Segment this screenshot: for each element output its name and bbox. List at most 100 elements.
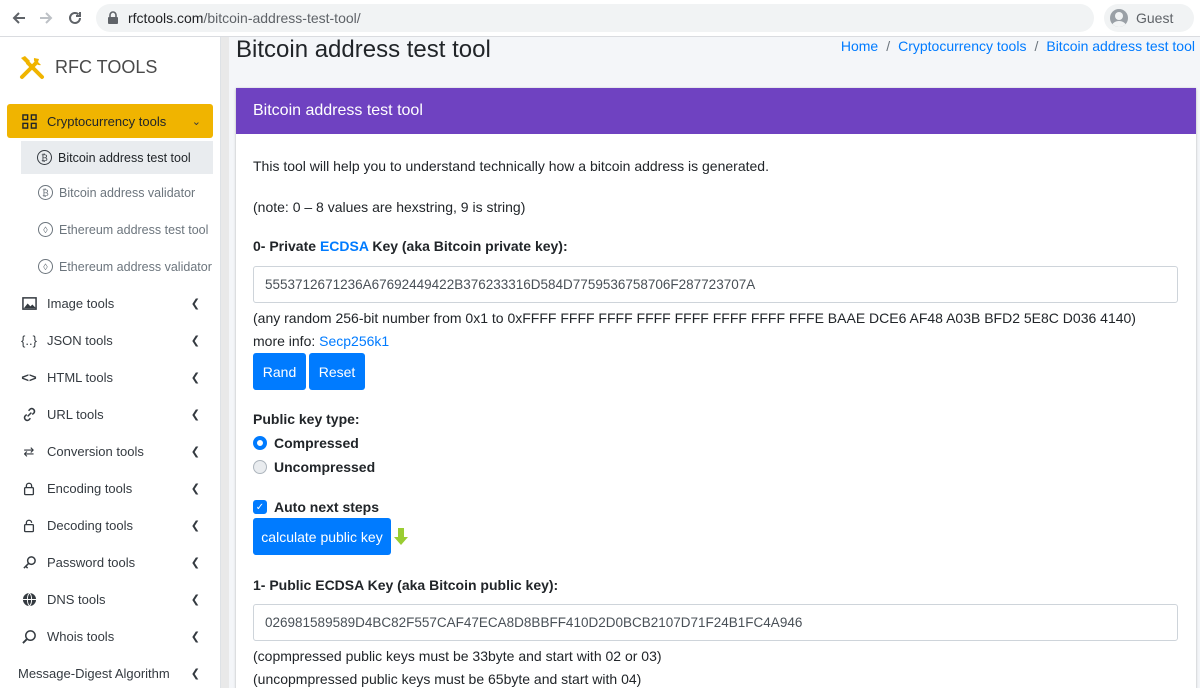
chevron-left-icon: ❮: [190, 335, 200, 347]
brand-name: RFC TOOLS: [55, 56, 158, 77]
chevron-left-icon: ❮: [190, 631, 200, 643]
breadcrumb-current[interactable]: Bitcoin address test tool: [1046, 38, 1195, 54]
chevron-left-icon: ❮: [190, 372, 200, 384]
chevron-down-icon: ⌄: [191, 116, 201, 128]
forward-icon[interactable]: [31, 3, 61, 33]
ecdsa-link[interactable]: ECDSA: [320, 238, 369, 254]
key-icon: [20, 554, 38, 572]
profile-button[interactable]: Guest: [1104, 4, 1194, 32]
sidebar-subitem-label: Bitcoin address validator: [59, 185, 196, 200]
link-icon: [20, 406, 38, 424]
lock-icon: [20, 480, 38, 498]
step1-label: 1- Public ECDSA Key (aka Bitcoin public …: [253, 577, 559, 593]
breadcrumb-cryptocurrency-tools[interactable]: Cryptocurrency tools: [898, 38, 1026, 54]
sidebar-item-label: Password tools: [47, 555, 136, 570]
sidebar: RFC TOOLS Cryptocurrency tools ⌄ ₿ Bitco…: [0, 37, 221, 688]
sidebar-item-label: Image tools: [47, 296, 115, 311]
search-icon: [20, 628, 38, 646]
reset-button[interactable]: Reset: [309, 353, 365, 390]
sidebar-item-cryptocurrency[interactable]: Cryptocurrency tools ⌄: [7, 104, 213, 138]
sidebar-item-label: DNS tools: [47, 592, 106, 607]
sidebar-item-label: Whois tools: [47, 629, 115, 644]
private-key-hint: (any random 256-bit number from 0x1 to 0…: [253, 310, 1136, 326]
chevron-left-icon: ❮: [190, 594, 200, 606]
address-bar[interactable]: rfctools.com/bitcoin-address-test-tool/: [96, 4, 1094, 32]
unlock-icon: [20, 517, 38, 535]
rand-button[interactable]: Rand: [253, 353, 306, 390]
tool-card: Bitcoin address test tool This tool will…: [236, 88, 1196, 688]
calculate-public-key-button[interactable]: calculate public key: [253, 518, 391, 555]
back-icon[interactable]: [4, 3, 34, 33]
sidebar-item-label: Decoding tools: [47, 518, 133, 533]
sidebar-item-label: Encoding tools: [47, 481, 133, 496]
sidebar-subitem-bitcoin-address-validator[interactable]: ₿ Bitcoin address validator: [0, 174, 220, 211]
sidebar-item-label: JSON tools: [47, 333, 113, 348]
chevron-left-icon: ❮: [190, 557, 200, 569]
sidebar-item-json-tools[interactable]: {..} JSON tools ❮: [0, 322, 220, 359]
sidebar-item-html-tools[interactable]: <> HTML tools ❮: [0, 359, 220, 396]
auto-next-checkbox[interactable]: ✓ Auto next steps: [253, 499, 379, 515]
pubkey-type-label: Public key type:: [253, 411, 360, 427]
more-info-prefix: more info:: [253, 333, 320, 349]
card-header: Bitcoin address test tool: [236, 88, 1196, 134]
sidebar-item-image-tools[interactable]: Image tools ❮: [0, 285, 220, 322]
sync-icon: ⇄: [23, 443, 35, 459]
chevron-left-icon: ❮: [190, 409, 200, 421]
sidebar-item-label: HTML tools: [47, 370, 113, 385]
sidebar-item-dns-tools[interactable]: DNS tools ❮: [0, 581, 220, 618]
pubkey-hint-compressed: (copmpressed public keys must be 33byte …: [253, 648, 662, 664]
checkmark-icon: ✓: [253, 500, 267, 514]
sidebar-subitem-ethereum-address-validator[interactable]: ◊ Ethereum address validator: [0, 248, 220, 285]
avatar-icon: [1110, 9, 1128, 27]
sidebar-item-message-digest[interactable]: Message-Digest Algorithm ❮: [0, 655, 220, 692]
step0-label: 0- Private ECDSA Key (aka Bitcoin privat…: [253, 238, 568, 254]
auto-next-label: Auto next steps: [274, 499, 380, 515]
radio-unselected-icon: [253, 460, 267, 474]
reload-icon[interactable]: [60, 3, 90, 33]
sidebar-item-label: Message-Digest Algorithm: [18, 666, 170, 681]
sidebar-item-whois-tools[interactable]: Whois tools ❮: [0, 618, 220, 655]
main-content: Bitcoin address test tool Home / Cryptoc…: [229, 37, 1200, 688]
sidebar-scrollbar[interactable]: [221, 37, 229, 688]
bitcoin-icon: ₿: [37, 150, 52, 165]
breadcrumb: Home / Cryptocurrency tools / Bitcoin ad…: [841, 38, 1195, 54]
lock-icon: [108, 11, 118, 24]
public-key-input[interactable]: 026981589589D4BC82F557CAF47ECA8D8BBFF410…: [253, 604, 1178, 641]
breadcrumb-separator: /: [1034, 38, 1039, 54]
sidebar-item-label: Cryptocurrency tools: [47, 113, 167, 129]
sidebar-subitem-bitcoin-address-test-tool[interactable]: ₿ Bitcoin address test tool: [21, 141, 213, 174]
note-text: (note: 0 – 8 values are hexstring, 9 is …: [253, 199, 526, 215]
bitcoin-icon: ₿: [38, 185, 53, 200]
browser-toolbar: rfctools.com/bitcoin-address-test-tool/ …: [0, 0, 1200, 37]
url-path: /bitcoin-address-test-tool/: [203, 10, 361, 26]
braces-icon: {..}: [21, 333, 37, 348]
chevron-left-icon: ❮: [190, 298, 200, 310]
radio-uncompressed[interactable]: Uncompressed: [253, 459, 375, 475]
pubkey-hint-uncompressed: (uncopmpressed public keys must be 65byt…: [253, 671, 642, 687]
page-title: Bitcoin address test tool: [236, 37, 491, 63]
sidebar-item-encoding-tools[interactable]: Encoding tools ❮: [0, 470, 220, 507]
breadcrumb-separator: /: [886, 38, 891, 54]
radio-compressed[interactable]: Compressed: [253, 435, 359, 451]
step0-suffix: Key (aka Bitcoin private key):: [368, 238, 568, 254]
sidebar-subitem-ethereum-address-test-tool[interactable]: ◊ Ethereum address test tool: [0, 211, 220, 248]
private-key-input[interactable]: 5553712671236A67692449422B376233316D584D…: [253, 266, 1178, 303]
sidebar-item-decoding-tools[interactable]: Decoding tools ❮: [0, 507, 220, 544]
breadcrumb-home[interactable]: Home: [841, 38, 878, 54]
step0-prefix: 0- Private: [253, 238, 320, 254]
sidebar-item-url-tools[interactable]: URL tools ❮: [0, 396, 220, 433]
sidebar-item-conversion-tools[interactable]: ⇄ Conversion tools ❮: [0, 433, 220, 470]
secp256k1-link[interactable]: Secp256k1: [319, 333, 389, 349]
chevron-left-icon: ❮: [190, 446, 200, 458]
sidebar-subitem-label: Bitcoin address test tool: [58, 150, 191, 165]
sidebar-item-password-tools[interactable]: Password tools ❮: [0, 544, 220, 581]
tools-logo-icon: [20, 56, 44, 79]
image-icon: [20, 295, 38, 313]
brand[interactable]: RFC TOOLS: [0, 37, 220, 97]
chevron-left-icon: ❮: [190, 520, 200, 532]
grid-icon: [20, 112, 38, 130]
chevron-left-icon: ❮: [190, 668, 200, 680]
sidebar-item-label: URL tools: [47, 407, 104, 422]
ethereum-icon: ◊: [38, 222, 53, 237]
code-icon: <>: [21, 370, 37, 385]
